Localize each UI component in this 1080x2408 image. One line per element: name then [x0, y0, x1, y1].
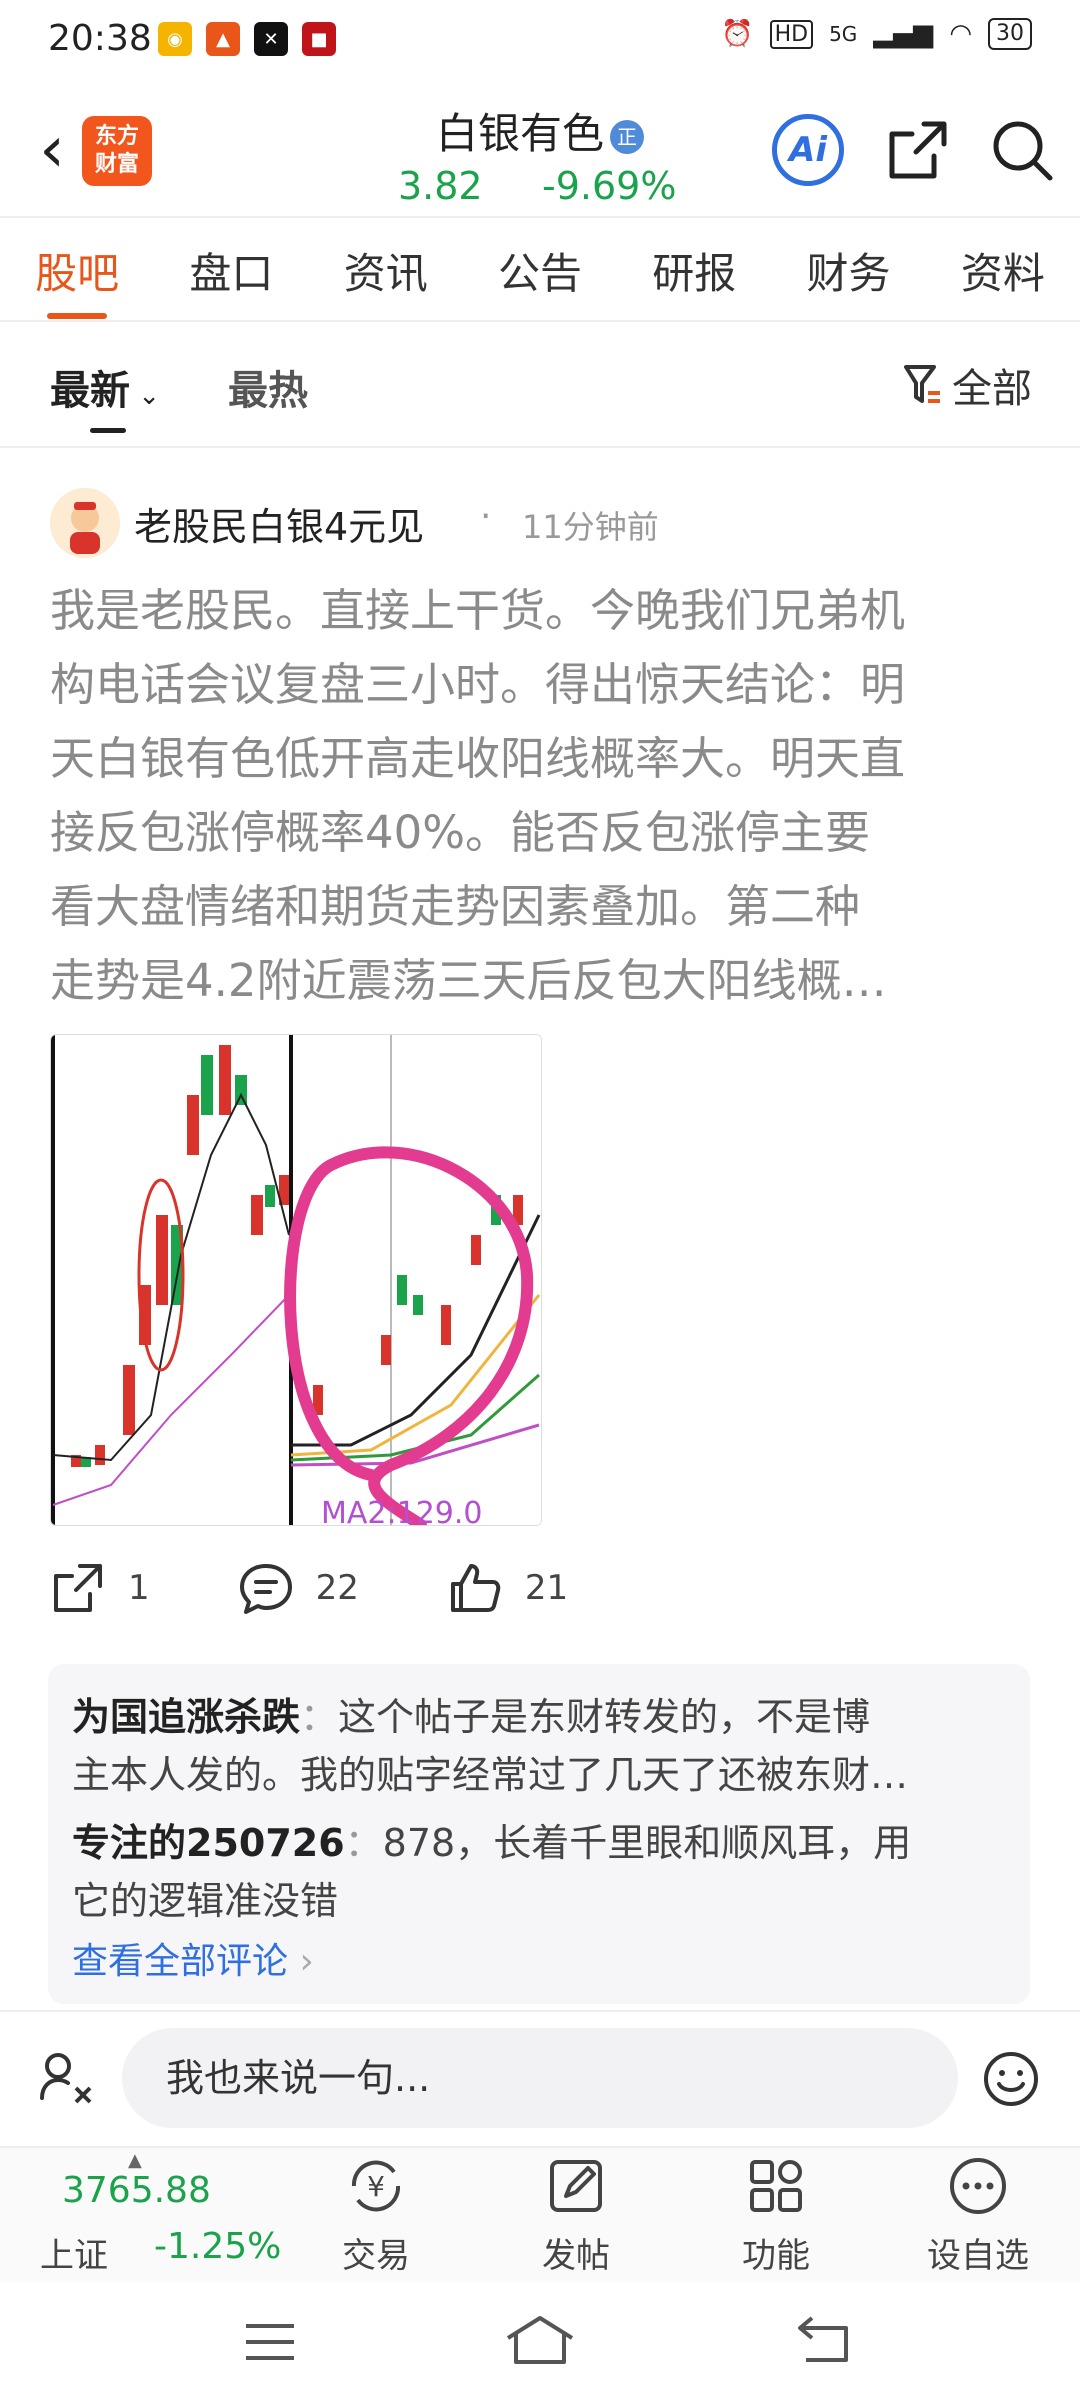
like-action[interactable]: 21: [447, 1560, 568, 1616]
search-icon[interactable]: [988, 116, 1056, 184]
more-icon: [950, 2158, 1006, 2214]
index-change: -1.25%: [154, 2226, 282, 2267]
chevron-down-icon: ⌄: [130, 381, 161, 411]
stock-price: 3.82: [398, 164, 483, 208]
divider: [0, 2010, 1080, 2012]
eastmoney-logo[interactable]: 东方 财富: [82, 116, 152, 186]
post-actions: 1 22 21: [50, 1560, 656, 1616]
post-line: 看大盘情绪和期货走势因素叠加。第二种: [50, 880, 861, 933]
app-notification-icon: ▲: [206, 22, 240, 56]
battery-icon: 30: [988, 18, 1032, 50]
weibo-icon: ◉: [158, 22, 192, 56]
svg-text:¥: ¥: [367, 2170, 385, 2203]
comment-input[interactable]: 我也来说一句...: [122, 2028, 958, 2128]
network-label: 5G: [829, 22, 858, 46]
separator-dot: ·: [480, 496, 492, 537]
comment-icon: [239, 1564, 292, 1614]
thumbs-up-icon: [450, 1564, 501, 1612]
comment-line: 主本人发的。我的贴字经常过了几天了还被东财…: [72, 1753, 909, 1797]
hd-icon: HD: [769, 19, 814, 49]
stock-name: 白银有色: [435, 109, 604, 158]
commenter-name[interactable]: 专注的250726: [72, 1821, 345, 1865]
tab-underline: [47, 312, 108, 319]
post-time: 11分钟前: [522, 508, 659, 546]
like-count: 21: [524, 1568, 569, 1608]
share-icon[interactable]: [884, 116, 952, 184]
comment-line: 它的逻辑准没错: [72, 1879, 339, 1923]
comments-preview[interactable]: 为国追涨杀跌：这个帖子是东财转发的，不是博 主本人发的。我的贴字经常过了几天了还…: [48, 1664, 1030, 2004]
sort-newest[interactable]: 最新 ⌄: [50, 358, 160, 416]
back-button[interactable]: ‹: [22, 108, 82, 192]
post-line: 构电话会议复盘三小时。得出惊天结论：明: [50, 658, 906, 711]
divider: [0, 216, 1080, 218]
share-icon: [54, 1564, 102, 1612]
comment-count: 22: [315, 1568, 359, 1608]
wifi-icon: ◠: [949, 19, 972, 49]
ai-button[interactable]: Ai: [772, 114, 844, 186]
status-time: 20:38: [48, 18, 152, 59]
share-action[interactable]: 1: [50, 1560, 150, 1616]
alarm-icon: ⏰: [721, 19, 754, 49]
sort-hot[interactable]: 最热: [228, 358, 308, 416]
stock-title: 白银有色正: [360, 100, 720, 161]
avatar[interactable]: [50, 488, 120, 558]
tab-pankou[interactable]: 盘口: [179, 240, 283, 301]
divider: [0, 446, 1080, 448]
post-body[interactable]: 我是老股民。直接上干货。今晚我们兄弟机 构电话会议复盘三小时。得出惊天结论：明 …: [50, 574, 1034, 1018]
comment-line: 为国追涨杀跌：这个帖子是东财转发的，不是博: [72, 1695, 871, 1739]
post-line: 我是老股民。直接上干货。今晚我们兄弟机: [50, 584, 906, 637]
trade-icon: ¥: [351, 2160, 401, 2212]
filter-button[interactable]: 全部: [902, 356, 1032, 414]
tab-announcements[interactable]: 公告: [488, 240, 592, 301]
add-watchlist-button[interactable]: 设自选: [908, 2154, 1048, 2277]
caret-up-icon: ▲: [128, 2150, 142, 2171]
image-caption: MA2:129.0: [321, 1496, 482, 1525]
tab-guba[interactable]: 股吧: [25, 240, 129, 319]
notification-icons: ◉ ▲ ✕ ■: [158, 22, 336, 56]
system-status: ⏰ HD 5G ▂▄▆ ◠ 30: [721, 18, 1032, 50]
index-name[interactable]: 上证: [40, 2228, 108, 2277]
menu-icon[interactable]: [242, 2318, 298, 2366]
view-all-comments-link[interactable]: 查看全部评论 ›: [72, 1932, 314, 1984]
capcut-icon: ✕: [254, 22, 288, 56]
voice-input-icon[interactable]: [36, 2046, 96, 2106]
post-line: 天白银有色低开高走收阳线概率大。明天直: [50, 732, 906, 785]
post-line: 走势是4.2附近震荡三天后反包大阳线概…: [50, 954, 887, 1007]
emoji-icon[interactable]: [982, 2050, 1040, 2108]
tab-research[interactable]: 研报: [642, 240, 746, 301]
home-icon[interactable]: [504, 2312, 576, 2368]
post-image[interactable]: MA2:129.0: [50, 1034, 542, 1526]
divider: [0, 320, 1080, 322]
index-value[interactable]: 3765.88: [62, 2170, 211, 2211]
grid-icon: [750, 2160, 802, 2212]
verified-badge: 正: [610, 119, 644, 154]
tab-finance[interactable]: 财务: [797, 240, 901, 301]
system-nav-bar: [0, 2282, 1080, 2408]
compose-icon: [550, 2160, 602, 2212]
filter-icon: [904, 365, 940, 403]
main-tabs: 股吧 盘口 资讯 公告 研报 财务 资料: [0, 220, 1080, 320]
post-line: 接反包涨停概率40%。能否反包涨停主要: [50, 806, 871, 859]
commenter-name[interactable]: 为国追涨杀跌: [72, 1695, 300, 1739]
trade-button[interactable]: ¥ 交易: [306, 2154, 446, 2277]
share-count: 1: [128, 1568, 150, 1608]
post-button[interactable]: 发帖: [506, 2154, 646, 2277]
post-author[interactable]: 老股民白银4元见: [134, 496, 424, 551]
tab-profile[interactable]: 资料: [951, 240, 1055, 301]
comment-line: 专注的250726：878，长着千里眼和顺风耳，用: [72, 1821, 912, 1865]
back-nav-icon[interactable]: [794, 2314, 854, 2366]
stock-change: -9.69%: [542, 164, 677, 208]
tab-news[interactable]: 资讯: [334, 240, 438, 301]
comment-action[interactable]: 22: [238, 1560, 359, 1616]
sort-underline: [90, 428, 126, 433]
signal-icon: ▂▄▆: [873, 19, 934, 49]
chevron-right-icon: ›: [288, 1941, 314, 1982]
news-app-icon: ■: [302, 22, 336, 56]
functions-button[interactable]: 功能: [706, 2154, 846, 2277]
